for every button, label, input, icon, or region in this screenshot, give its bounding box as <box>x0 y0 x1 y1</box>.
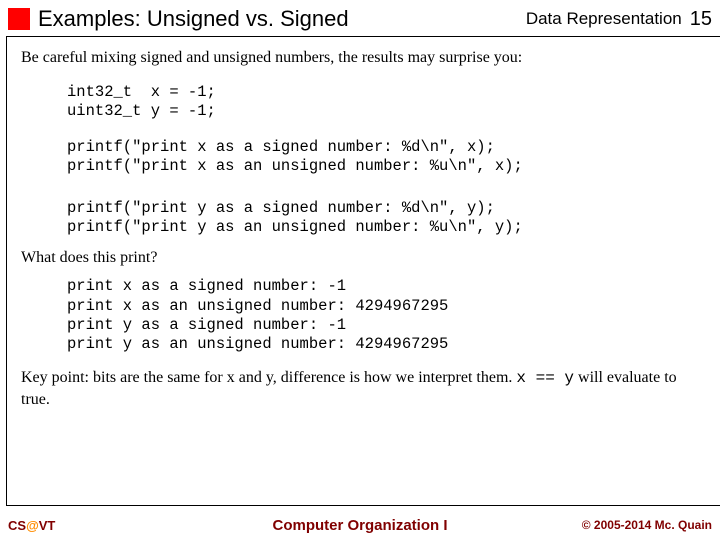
slide-header: Examples: Unsigned vs. Signed Data Repre… <box>0 0 720 36</box>
code-print-y: printf("print y as a signed number: %d\n… <box>67 199 706 238</box>
keypoint-prefix: Key point: bits are the same for x and y… <box>21 369 516 386</box>
slide-footer: CS@VT Computer Organization I © 2005-201… <box>0 510 720 540</box>
question-text: What does this print? <box>21 249 706 267</box>
footer-center: Computer Organization I <box>0 517 720 534</box>
keypoint-code: x == y <box>516 369 574 387</box>
content-frame: Be careful mixing signed and unsigned nu… <box>6 36 720 506</box>
key-point: Key point: bits are the same for x and y… <box>21 367 706 411</box>
red-accent-box <box>8 8 30 30</box>
page-number: 15 <box>690 8 712 31</box>
code-print-x: printf("print x as a signed number: %d\n… <box>67 138 706 177</box>
slide-title: Examples: Unsigned vs. Signed <box>38 6 526 32</box>
output-block: print x as a signed number: -1 print x a… <box>67 277 706 355</box>
intro-text: Be careful mixing signed and unsigned nu… <box>21 49 706 67</box>
code-declarations: int32_t x = -1; uint32_t y = -1; <box>67 83 706 122</box>
chapter-label: Data Representation <box>526 9 682 29</box>
